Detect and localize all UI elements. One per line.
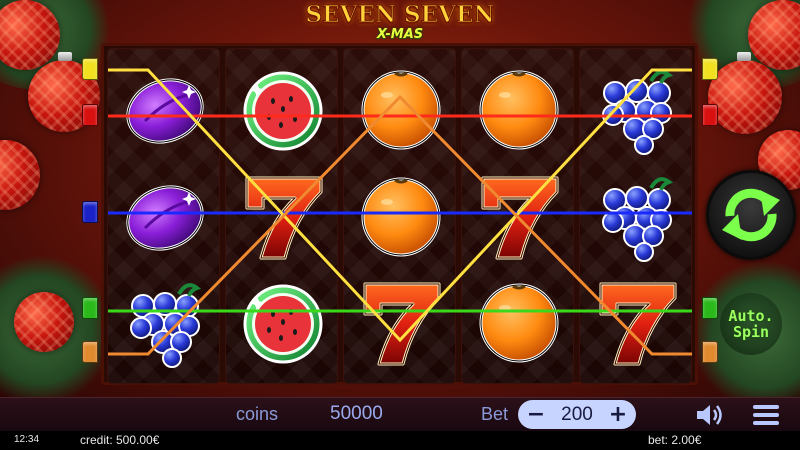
watermelon-symbol — [226, 59, 339, 159]
bet-label: Bet — [481, 404, 509, 424]
sound-icon[interactable] — [695, 403, 725, 427]
bet-value: 200 — [561, 403, 593, 425]
seven-symbol — [580, 272, 693, 372]
coins-value: 50000 — [330, 403, 383, 424]
orange-symbol — [344, 59, 457, 159]
watermelon-symbol — [226, 272, 339, 372]
payline-marker-yellow-left — [82, 58, 98, 80]
bet-stepper: − 200 + — [518, 400, 636, 429]
title-line2: X-MAS — [376, 27, 424, 42]
orange-symbol — [462, 59, 575, 159]
reel-2 — [225, 48, 338, 384]
menu-icon[interactable] — [753, 404, 779, 426]
bet-increase-button[interactable]: + — [608, 403, 628, 426]
payline-marker-red-left — [82, 104, 98, 126]
payline-marker-red-right — [702, 104, 718, 126]
payline-marker-orange-right — [702, 341, 718, 363]
reel-1 — [107, 48, 220, 384]
title-line1: SEVEN SEVEN — [305, 1, 495, 28]
ornament — [708, 60, 782, 134]
auto-spin-label-line2: Spin — [732, 323, 770, 341]
grapes-symbol — [108, 272, 221, 372]
payline-marker-green-right — [702, 297, 718, 319]
orange-symbol — [344, 166, 457, 266]
grapes-symbol — [580, 166, 693, 266]
reel-4 — [461, 48, 574, 384]
reel-5 — [579, 48, 692, 384]
reel-3 — [343, 48, 456, 384]
coins-label: coins — [236, 404, 279, 424]
payline-marker-blue-left — [82, 201, 98, 223]
grapes-symbol — [580, 59, 693, 159]
payline-marker-yellow-right — [702, 58, 718, 80]
spin-arrows-icon — [722, 188, 780, 242]
status-bar: 12:34 credit: 500.00€ bet: 2.00€ — [0, 431, 800, 450]
plum-symbol — [108, 59, 221, 159]
payline-marker-orange-left — [82, 341, 98, 363]
ornament — [14, 292, 74, 352]
seven-symbol — [344, 272, 457, 372]
ornament — [0, 140, 40, 210]
auto-spin-button[interactable]: Auto. Spin — [720, 293, 782, 355]
game-title-logo: SEVEN SEVEN X-MAS — [300, 1, 500, 48]
spin-button[interactable] — [706, 170, 796, 260]
bottom-control-bar: coins 50000 Bet − 200 + — [0, 397, 800, 431]
credit-display: credit: 500.00€ — [80, 433, 160, 447]
bet-decrease-button[interactable]: − — [526, 403, 546, 426]
auto-spin-label-line1: Auto. — [728, 307, 774, 325]
plum-symbol — [108, 166, 221, 266]
payline-marker-green-left — [82, 297, 98, 319]
bet-display: bet: 2.00€ — [648, 433, 702, 447]
clock: 12:34 — [14, 434, 40, 445]
seven-symbol — [462, 166, 575, 266]
reels-area — [101, 43, 698, 385]
orange-symbol — [462, 272, 575, 372]
seven-symbol — [226, 166, 339, 266]
